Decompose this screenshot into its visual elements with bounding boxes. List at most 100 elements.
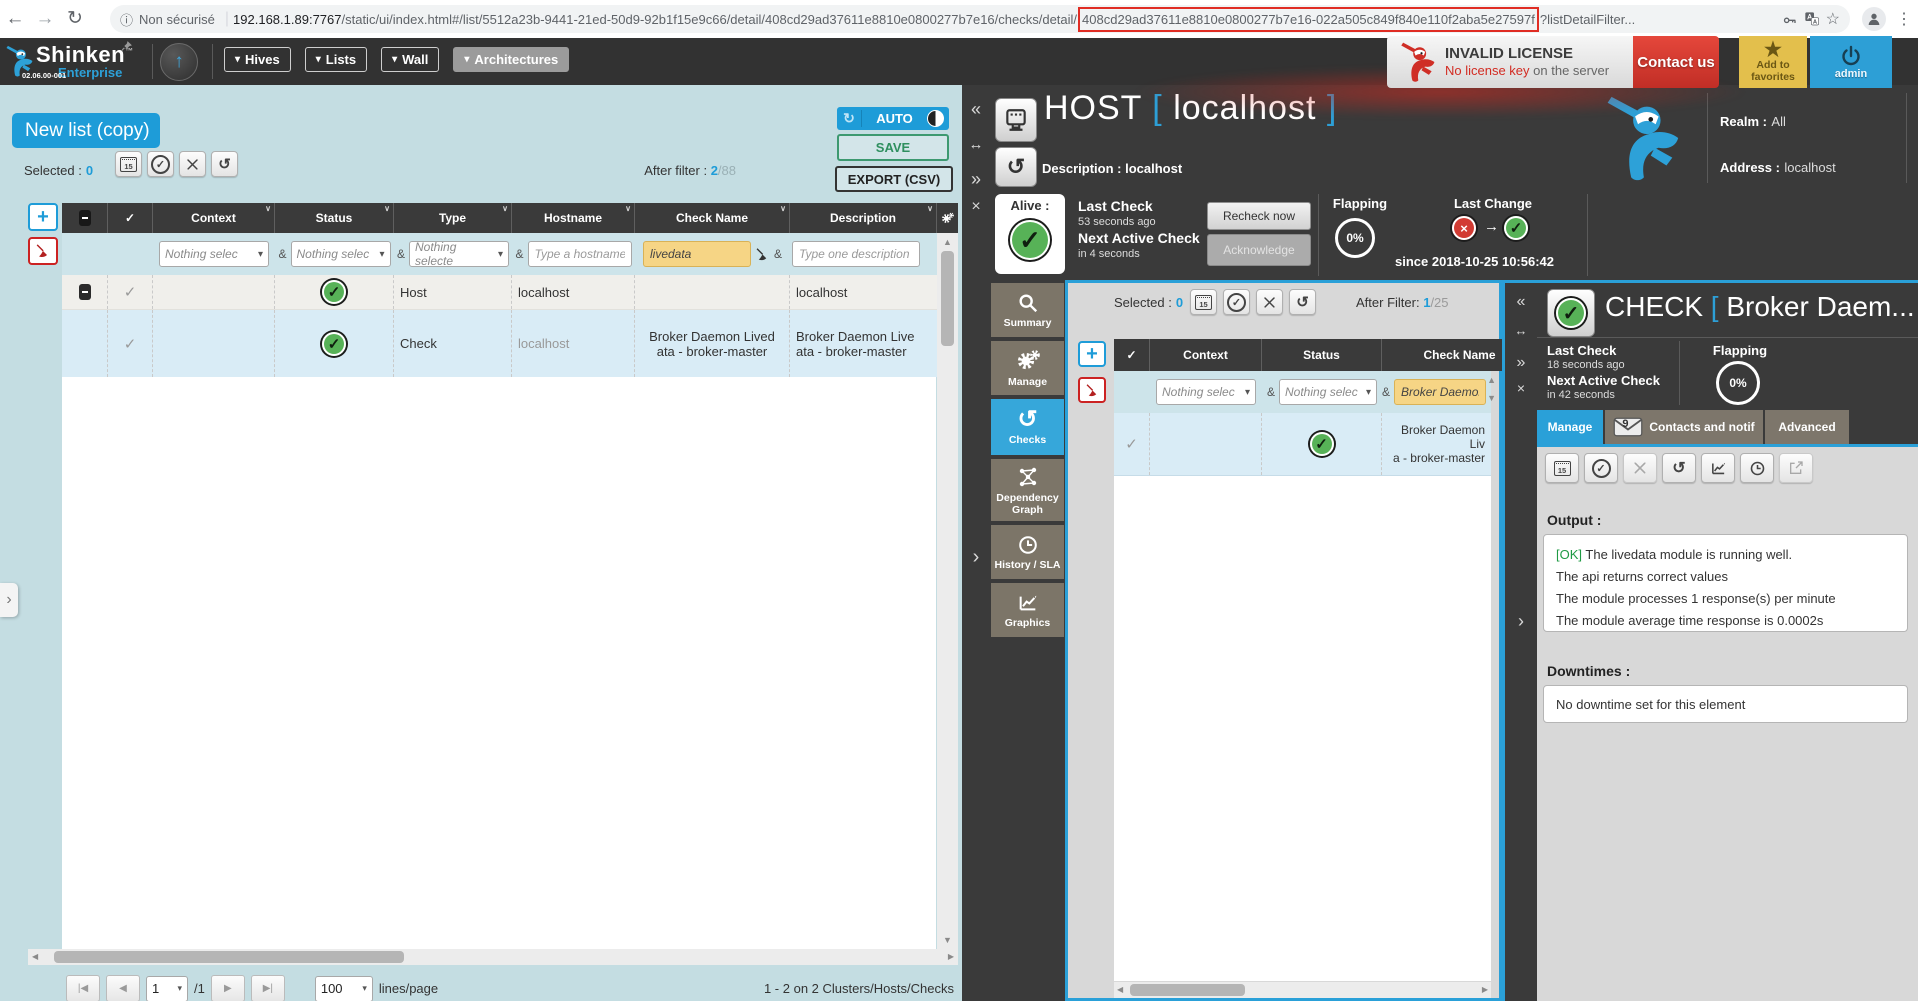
acknowledge-button[interactable]: Acknowledge bbox=[1207, 234, 1311, 266]
browser-menu-icon[interactable]: ⋮ bbox=[1896, 9, 1912, 29]
host-type-icon-button[interactable] bbox=[995, 98, 1037, 142]
vertical-scrollbar[interactable]: ▲ ▼ bbox=[937, 233, 958, 949]
recheck-now-button[interactable]: Recheck now bbox=[1207, 202, 1311, 230]
prev-page-button[interactable]: ◀ bbox=[106, 975, 140, 1001]
sidebar-item-manage[interactable]: Manage bbox=[991, 341, 1064, 395]
tab-manage[interactable]: Manage bbox=[1537, 410, 1603, 444]
collapse-all-header[interactable] bbox=[62, 203, 108, 233]
history-button[interactable] bbox=[1740, 453, 1774, 483]
filter-status-select[interactable]: Nothing selec▾ bbox=[1279, 379, 1377, 405]
chevron-right-icon[interactable]: › bbox=[1505, 611, 1537, 632]
add-row-button[interactable]: + bbox=[28, 203, 58, 231]
scroll-up-arrow[interactable]: ▲ bbox=[943, 237, 952, 247]
col-description[interactable]: Description∨ bbox=[790, 203, 937, 233]
auto-refresh-toggle[interactable]: ↻ AUTO bbox=[837, 107, 949, 130]
col-type[interactable]: Type∨ bbox=[394, 203, 512, 233]
export-csv-button[interactable]: EXPORT (CSV) bbox=[835, 166, 953, 192]
table-row-check[interactable]: ✓ ✓ Check localhost Broker Daemon Lived … bbox=[62, 310, 937, 378]
row-selected-check-icon[interactable]: ✓ bbox=[124, 335, 137, 353]
browser-forward-icon[interactable]: → bbox=[30, 0, 60, 38]
table-row-host[interactable]: ✓ ✓ Host localhost localhost bbox=[62, 275, 937, 310]
per-page-select[interactable]: 100▾ bbox=[315, 976, 373, 1001]
filter-check-name-input[interactable] bbox=[643, 241, 751, 267]
add-to-favorites-button[interactable]: ★ Add to favorites bbox=[1739, 36, 1807, 88]
collapse-panel-icon[interactable]: « bbox=[962, 99, 990, 120]
row-selected-check-icon[interactable]: ✓ bbox=[1125, 435, 1138, 453]
schedule-downtime-button[interactable]: 15 bbox=[1190, 289, 1217, 315]
clear-filter-broom-icon[interactable] bbox=[755, 247, 770, 262]
col-status[interactable]: Status bbox=[1262, 339, 1382, 371]
close-panel-icon[interactable]: × bbox=[962, 198, 990, 216]
info-icon[interactable]: ⓘ bbox=[120, 10, 133, 29]
address-bar[interactable]: ⓘ Non sécurisé | 192.168.1.89:7767 /stat… bbox=[110, 5, 1850, 33]
row-selected-check-icon[interactable]: ✓ bbox=[124, 283, 137, 301]
scroll-thumb[interactable] bbox=[941, 251, 954, 346]
recheck-button[interactable]: ↺ bbox=[1662, 453, 1696, 483]
nav-wall[interactable]: ▾Wall bbox=[381, 47, 439, 72]
host-refresh-button[interactable]: ↺ bbox=[995, 147, 1037, 187]
filter-description-input[interactable] bbox=[792, 241, 920, 267]
filter-type-select[interactable]: Nothing selecte▾ bbox=[409, 241, 509, 267]
sidebar-item-history-sla[interactable]: History / SLA bbox=[991, 525, 1064, 579]
key-icon[interactable] bbox=[1782, 11, 1798, 27]
fix-button[interactable] bbox=[179, 151, 206, 177]
filter-context-select[interactable]: Nothing selec▾ bbox=[159, 241, 269, 267]
scroll-top-button[interactable]: ↑ bbox=[160, 43, 198, 81]
filter-check-name-input[interactable] bbox=[1394, 379, 1486, 405]
first-page-button[interactable]: |◀ bbox=[66, 975, 100, 1001]
column-settings-button[interactable] bbox=[937, 203, 958, 233]
expand-left-panel-tab[interactable]: › bbox=[0, 583, 18, 617]
scroll-thumb[interactable] bbox=[1130, 984, 1245, 996]
scroll-up-arrow[interactable]: ▲ bbox=[1487, 375, 1496, 385]
select-all-header[interactable]: ✓ bbox=[1114, 339, 1150, 371]
fix-button[interactable] bbox=[1623, 453, 1657, 483]
translate-icon[interactable] bbox=[1804, 11, 1820, 27]
scroll-down-arrow[interactable]: ▼ bbox=[943, 935, 952, 945]
external-link-button[interactable] bbox=[1779, 453, 1813, 483]
col-check-name[interactable]: Check Name∨ bbox=[635, 203, 790, 233]
col-status[interactable]: Status∨ bbox=[275, 203, 394, 233]
browser-back-icon[interactable]: ← bbox=[0, 0, 30, 38]
scroll-right-arrow[interactable]: ▶ bbox=[1482, 985, 1488, 994]
collapse-row-icon[interactable] bbox=[79, 284, 91, 300]
nav-architectures[interactable]: ▾Architectures bbox=[453, 47, 569, 72]
fix-button[interactable] bbox=[1256, 289, 1283, 315]
next-page-button[interactable]: ▶ bbox=[211, 975, 245, 1001]
scroll-left-arrow[interactable]: ◀ bbox=[1117, 985, 1123, 994]
nav-lists[interactable]: ▾Lists bbox=[305, 47, 367, 72]
horizontal-scrollbar[interactable]: ◀ ▶ bbox=[28, 949, 958, 965]
pin-icon[interactable] bbox=[120, 40, 133, 53]
select-all-header[interactable]: ✓ bbox=[108, 203, 153, 233]
bookmark-star-icon[interactable]: ☆ bbox=[1826, 9, 1840, 29]
scroll-down-arrow[interactable]: ▼ bbox=[1487, 393, 1496, 403]
graph-button[interactable] bbox=[1701, 453, 1735, 483]
collapse-panel-icon[interactable]: « bbox=[1505, 293, 1537, 311]
filter-context-select[interactable]: Nothing selec▾ bbox=[1156, 379, 1256, 405]
col-context[interactable]: Context bbox=[1150, 339, 1262, 371]
admin-user-button[interactable]: admin bbox=[1810, 36, 1892, 88]
acknowledge-button[interactable]: ✓ bbox=[1223, 289, 1250, 315]
nav-hives[interactable]: ▾Hives bbox=[224, 47, 291, 72]
tab-contacts[interactable]: 9 Contacts and notif bbox=[1605, 410, 1763, 444]
acknowledge-button[interactable]: ✓ bbox=[1584, 453, 1618, 483]
filter-status-select[interactable]: Nothing selec▾ bbox=[291, 241, 391, 267]
contact-us-button[interactable]: Contact us bbox=[1633, 36, 1719, 88]
close-panel-icon[interactable]: × bbox=[1505, 380, 1537, 396]
expand-panel-icon[interactable]: » bbox=[962, 169, 990, 190]
profile-avatar[interactable] bbox=[1862, 7, 1886, 31]
checks-table-row[interactable]: ✓ ✓ Broker Daemon Liv a - broker-master bbox=[1114, 413, 1491, 476]
col-context[interactable]: Context∨ bbox=[153, 203, 275, 233]
acknowledge-button[interactable]: ✓ bbox=[147, 151, 174, 177]
tab-advanced[interactable]: Advanced bbox=[1765, 410, 1849, 444]
scroll-right-arrow[interactable]: ▶ bbox=[948, 952, 954, 961]
list-title-tab[interactable]: New list (copy) bbox=[12, 113, 160, 148]
scroll-thumb[interactable] bbox=[54, 951, 404, 963]
col-hostname[interactable]: Hostname∨ bbox=[512, 203, 635, 233]
schedule-downtime-button[interactable]: 15 bbox=[1545, 453, 1579, 483]
expand-panel-icon[interactable]: » bbox=[1505, 354, 1537, 372]
last-page-button[interactable]: ▶| bbox=[251, 975, 285, 1001]
add-row-button[interactable]: + bbox=[1078, 341, 1106, 367]
resize-panel-icon[interactable]: ↔ bbox=[962, 136, 990, 153]
shinken-logo[interactable]: Shinken™ Enterprise 02.06.00-001 bbox=[0, 38, 150, 85]
resize-panel-icon[interactable]: ↔ bbox=[1505, 323, 1537, 338]
